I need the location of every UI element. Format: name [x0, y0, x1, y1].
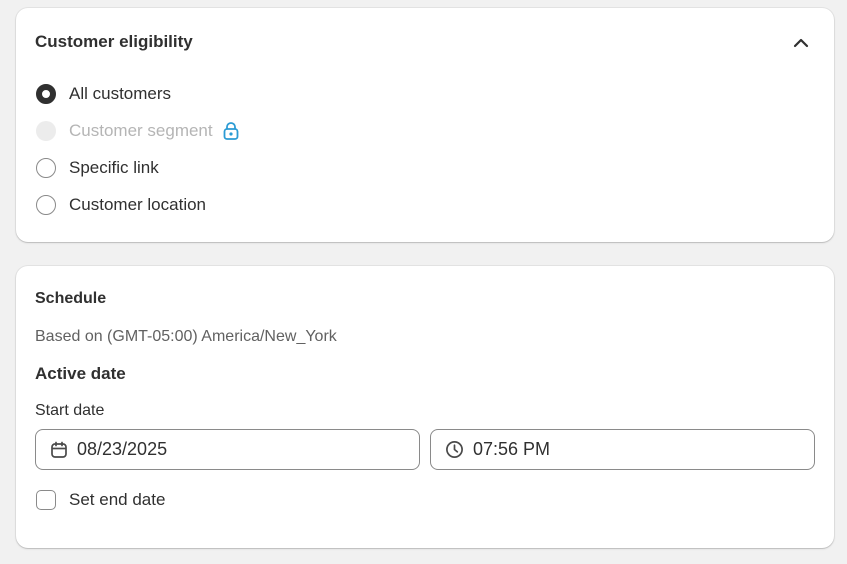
schedule-title: Schedule	[35, 290, 107, 307]
radio-label: All customers	[69, 84, 172, 103]
collapse-button[interactable]	[788, 32, 814, 54]
radio-specific-link[interactable]: Specific link	[36, 156, 159, 180]
set-end-date-option[interactable]: Set end date	[36, 488, 165, 512]
radio-label: Customer segment	[69, 121, 213, 140]
radio-customer-segment: Customer segment	[36, 119, 240, 143]
chevron-up-icon	[793, 38, 809, 48]
timezone-text: Based on (GMT-05:00) America/New_York	[35, 328, 337, 345]
customer-eligibility-card: Customer eligibility All customers Custo…	[16, 8, 834, 242]
set-end-date-label: Set end date	[69, 490, 166, 509]
start-time-input[interactable]: 07:56 PM	[430, 429, 815, 470]
radio-customer-location[interactable]: Customer location	[36, 193, 206, 217]
start-time-value: 07:56 PM	[473, 439, 551, 459]
radio-button[interactable]	[36, 195, 56, 215]
clock-icon	[445, 440, 464, 459]
customer-eligibility-title: Customer eligibility	[35, 32, 193, 51]
radio-all-customers[interactable]: All customers	[36, 82, 171, 106]
radio-label: Customer location	[69, 195, 207, 214]
start-date-label: Start date	[35, 402, 105, 419]
radio-button-disabled	[36, 121, 56, 141]
active-date-title: Active date	[35, 364, 126, 383]
radio-label: Specific link	[69, 158, 159, 177]
set-end-date-checkbox[interactable]	[36, 490, 56, 510]
calendar-icon	[50, 441, 68, 459]
start-date-value: 08/23/2025	[77, 439, 168, 459]
schedule-card: Schedule Based on (GMT-05:00) America/Ne…	[16, 266, 834, 548]
start-date-input[interactable]: 08/23/2025	[35, 429, 420, 470]
lock-icon	[222, 121, 240, 141]
radio-button[interactable]	[36, 158, 56, 178]
radio-button-checked[interactable]	[36, 84, 56, 104]
